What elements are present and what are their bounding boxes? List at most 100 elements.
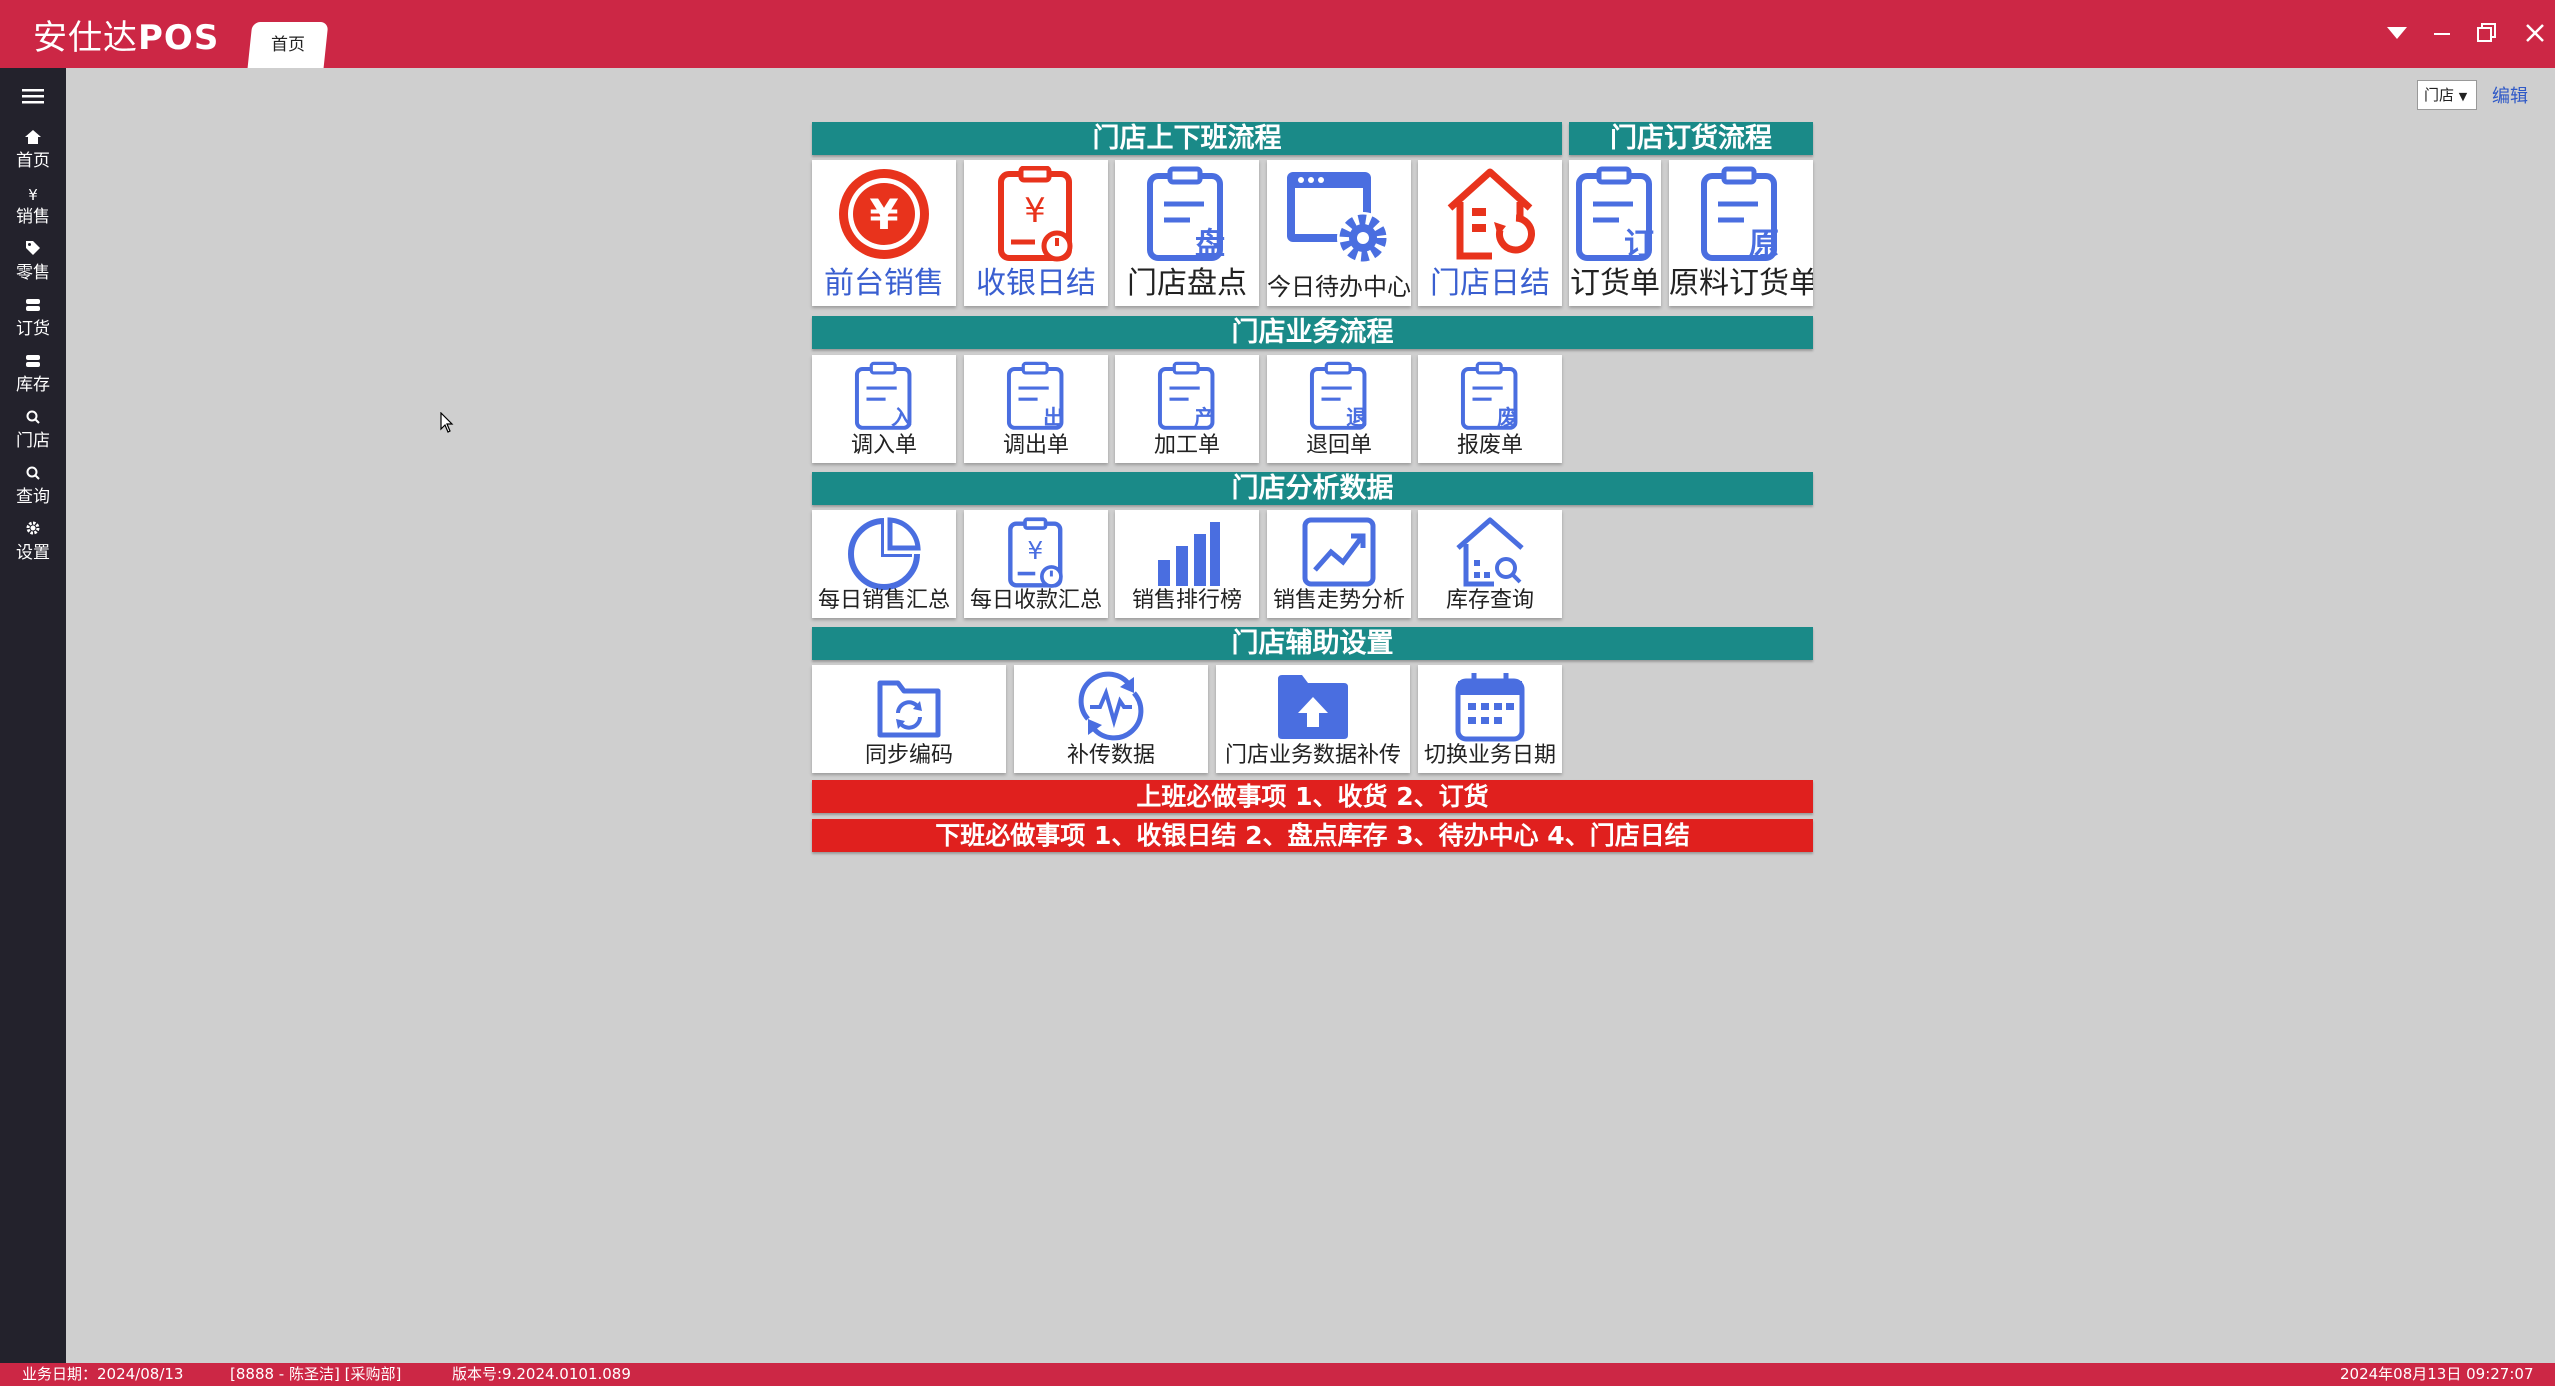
tile-label: 报废单: [1456, 433, 1523, 458]
tile-label: 同步编码: [864, 743, 953, 768]
tile-label: 门店业务数据补传: [1224, 743, 1401, 768]
app-title-prefix: 安仕达: [33, 18, 138, 58]
tile-sync-codes[interactable]: 同步编码: [812, 665, 1006, 773]
sidebar-item-label: 订货: [16, 319, 50, 339]
start-shift-reminder: 上班必做事项 1、收货 2、订货: [812, 780, 1813, 813]
sidebar-item-order[interactable]: 订货: [0, 296, 66, 352]
restore-icon[interactable]: [2470, 16, 2504, 50]
home-icon: [0, 128, 66, 150]
status-user: [8888 - 陈圣洁] [采购部]: [230, 1365, 402, 1383]
tile-label: 门店日结: [1430, 266, 1550, 301]
section-business-flow: 门店业务流程: [812, 316, 1813, 349]
tile-label: 调入单: [850, 433, 917, 458]
tile-label: 库存查询: [1445, 588, 1534, 613]
section-order-flow: 门店订货流程: [1569, 122, 1813, 155]
tile-label: 订货单: [1570, 266, 1660, 301]
store-select[interactable]: 门店 ▼: [2417, 80, 2477, 110]
end-shift-reminder: 下班必做事项 1、收银日结 2、盘点库存 3、待办中心 4、门店日结: [812, 819, 1813, 852]
dropdown-icon[interactable]: [2380, 16, 2414, 50]
receipt-clock-icon: ¥: [1008, 517, 1063, 588]
tile-store-stocktake[interactable]: 盘 门店盘点: [1115, 160, 1259, 306]
status-bar: 业务日期：2024/08/13 [8888 - 陈圣洁] [采购部] 版本号:9…: [0, 1363, 2555, 1386]
tab-home-label: 首页: [271, 35, 305, 55]
tile-resend-data[interactable]: 补传数据: [1014, 665, 1208, 773]
sidebar-item-label: 零售: [16, 263, 50, 283]
tile-label: 前台销售: [824, 266, 944, 301]
chevron-down-icon: ▼: [2458, 90, 2468, 103]
sidebar-item-store[interactable]: 门店: [0, 408, 66, 464]
tag-icon: [0, 240, 66, 262]
clipboard-order-icon: 订: [1576, 166, 1654, 262]
store-select-value: 门店: [2424, 86, 2455, 104]
tab-home[interactable]: 首页: [247, 22, 329, 68]
sidebar-item-query[interactable]: 查询: [0, 464, 66, 520]
tile-switch-business-date[interactable]: 切换业务日期: [1418, 665, 1562, 773]
tile-sales-ranking[interactable]: 销售排行榜: [1115, 510, 1259, 618]
close-icon[interactable]: [2518, 16, 2552, 50]
svg-text:原: 原: [1749, 227, 1779, 262]
title-bar: 安仕达POS 首页: [0, 0, 2555, 68]
tile-transfer-out[interactable]: 出 调出单: [964, 355, 1108, 463]
sidebar-item-inventory[interactable]: 库存: [0, 352, 66, 408]
section-shift-flow: 门店上下班流程: [812, 122, 1562, 155]
tile-label: 收银日结: [976, 266, 1096, 301]
tile-label: 加工单: [1153, 433, 1220, 458]
tile-scrap-form[interactable]: 废 报废单: [1418, 355, 1562, 463]
tile-processing[interactable]: 产 加工单: [1115, 355, 1259, 463]
tile-inventory-query[interactable]: 库存查询: [1418, 510, 1562, 618]
clipboard-stocktake-icon: 盘: [1147, 166, 1225, 262]
folder-upload-icon: [1278, 675, 1348, 739]
clipboard-in-icon: 入: [854, 361, 912, 430]
pie-chart-icon: [848, 517, 921, 590]
tile-label: 调出单: [1002, 433, 1069, 458]
search-icon: [0, 408, 66, 430]
house-refresh-icon: [1447, 168, 1535, 260]
sidebar: 首页 ¥ 销售 零售 订货 库存 门店 查询 设置: [0, 68, 66, 1363]
svg-text:¥: ¥: [869, 190, 898, 239]
tile-order-form[interactable]: 订 订货单: [1569, 160, 1661, 306]
svg-text:¥: ¥: [1024, 191, 1046, 231]
sidebar-item-retail[interactable]: 零售: [0, 240, 66, 296]
sidebar-item-sales[interactable]: ¥ 销售: [0, 184, 66, 240]
sidebar-item-settings[interactable]: 设置: [0, 520, 66, 576]
status-version: 版本号:9.2024.0101.089: [452, 1365, 631, 1383]
sidebar-item-home[interactable]: 首页: [0, 128, 66, 184]
db-icon: [0, 352, 66, 374]
tile-daily-receipt-summary[interactable]: ¥ 每日收款汇总: [964, 510, 1108, 618]
yen-icon: ¥: [28, 186, 38, 204]
section-analysis: 门店分析数据: [812, 472, 1813, 505]
search-icon: [0, 464, 66, 486]
tile-raw-order-form[interactable]: 原 原料订货单: [1669, 160, 1813, 306]
tile-front-sales[interactable]: ¥ 前台销售: [812, 160, 956, 306]
tile-label: 每日收款汇总: [969, 588, 1102, 613]
window-gear-icon: [1287, 172, 1389, 264]
edit-link[interactable]: 编辑: [2492, 82, 2528, 108]
tile-transfer-in[interactable]: 入 调入单: [812, 355, 956, 463]
minimize-icon[interactable]: [2425, 16, 2459, 50]
tile-daily-sales-summary[interactable]: 每日销售汇总: [812, 510, 956, 618]
svg-text:订: 订: [1624, 227, 1654, 262]
clipboard-out-icon: 出: [1006, 361, 1064, 430]
app-title: 安仕达POS: [33, 10, 219, 59]
tile-sales-trend[interactable]: 销售走势分析: [1267, 510, 1411, 618]
tile-label: 退回单: [1305, 433, 1372, 458]
sidebar-item-label: 库存: [16, 375, 50, 395]
tile-cash-daily[interactable]: ¥ 收银日结: [964, 160, 1108, 306]
clipboard-scrap-icon: 废: [1460, 361, 1518, 430]
tile-label: 切换业务日期: [1423, 743, 1556, 768]
sidebar-item-label: 设置: [16, 543, 50, 563]
tile-store-data-resend[interactable]: 门店业务数据补传: [1216, 665, 1410, 773]
sidebar-item-label: 首页: [16, 151, 50, 171]
bar-chart-icon: [1158, 522, 1220, 586]
house-search-icon: [1456, 517, 1524, 587]
tile-store-daily[interactable]: 门店日结: [1418, 160, 1562, 306]
tile-label: 销售走势分析: [1272, 588, 1405, 613]
tile-todo-center[interactable]: 今日待办中心: [1267, 160, 1411, 306]
hamburger-icon[interactable]: [22, 88, 44, 108]
status-business-date: 业务日期：2024/08/13: [22, 1365, 184, 1383]
clipboard-raw-icon: 原: [1701, 166, 1779, 262]
trend-chart-icon: [1302, 517, 1376, 587]
gear-icon: [0, 520, 66, 542]
tile-return-form[interactable]: 退 退回单: [1267, 355, 1411, 463]
sidebar-item-label: 销售: [16, 207, 50, 227]
